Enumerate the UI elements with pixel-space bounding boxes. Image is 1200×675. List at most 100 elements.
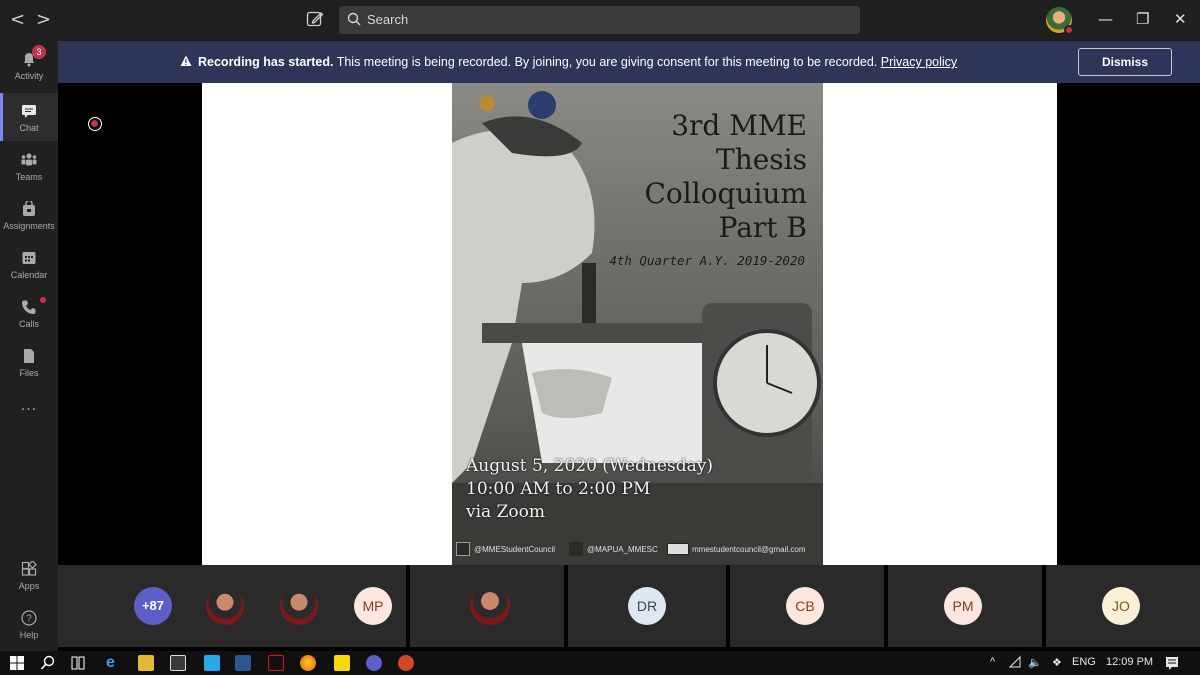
facebook-icon bbox=[456, 542, 470, 556]
compose-icon[interactable] bbox=[306, 10, 324, 28]
rail-item-calls[interactable]: Calls bbox=[0, 289, 58, 337]
participant-avatar[interactable]: JO bbox=[1102, 587, 1140, 625]
rail-item-chat[interactable]: Chat bbox=[0, 93, 58, 141]
warning-icon bbox=[180, 55, 192, 66]
twitter-icon bbox=[569, 542, 583, 556]
activity-badge: 3 bbox=[32, 45, 46, 59]
participant-avatar[interactable]: MP bbox=[354, 587, 392, 625]
firefox-icon[interactable] bbox=[300, 655, 316, 671]
poster-title-line: 3rd MME bbox=[671, 109, 807, 142]
tray-chevron-icon[interactable]: ^ bbox=[990, 656, 995, 668]
participant-tile bbox=[410, 565, 564, 647]
participant-tile: JO bbox=[1046, 565, 1200, 647]
close-icon[interactable]: ✕ bbox=[1174, 10, 1187, 28]
rail-item-files[interactable]: Files bbox=[0, 338, 58, 386]
back-arrow-icon[interactable]: < bbox=[10, 9, 25, 30]
app-rail: 3 Activity Chat Teams Assignments Calend… bbox=[0, 41, 58, 651]
forward-arrow-icon[interactable]: > bbox=[36, 9, 51, 30]
mail-icon bbox=[667, 543, 689, 555]
apps-icon bbox=[21, 561, 37, 576]
netflix-icon[interactable] bbox=[268, 655, 284, 671]
shared-slide: 3rd MME Thesis Colloquium Part B 4th Qua… bbox=[202, 83, 1057, 565]
recording-indicator-icon bbox=[88, 117, 102, 131]
user-avatar[interactable] bbox=[1046, 7, 1074, 35]
twitter-handle: @MAPUA_MMESC bbox=[587, 545, 658, 554]
phone-icon bbox=[22, 300, 36, 314]
edge-icon[interactable]: e bbox=[106, 655, 122, 671]
assignments-icon bbox=[23, 201, 35, 216]
file-explorer-icon[interactable] bbox=[138, 655, 154, 671]
more-participants-button[interactable]: +87 bbox=[134, 587, 172, 625]
teams-taskbar-icon[interactable] bbox=[366, 655, 382, 671]
email-address: mmestudentcouncil@gmail.com bbox=[692, 545, 806, 554]
poster-title: 3rd MME Thesis Colloquium Part B bbox=[644, 109, 807, 245]
teams-icon bbox=[21, 153, 37, 166]
rail-label: Chat bbox=[19, 123, 39, 133]
poster-subtitle: 4th Quarter A.Y. 2019-2020 bbox=[609, 253, 805, 268]
participant-avatar[interactable]: PM bbox=[944, 587, 982, 625]
rail-label: Teams bbox=[15, 172, 43, 182]
participant-tile: +87 MP bbox=[58, 565, 406, 647]
task-view-icon[interactable] bbox=[70, 655, 86, 671]
more-icon: ... bbox=[20, 397, 38, 414]
poster-venue: via Zoom bbox=[466, 502, 545, 522]
facebook-handle: @MMEStudentCouncil bbox=[474, 545, 556, 554]
rail-item-apps[interactable]: Apps bbox=[0, 551, 58, 599]
chat-icon bbox=[22, 105, 36, 118]
rail-label: Calendar bbox=[10, 270, 48, 280]
search-input[interactable]: Search bbox=[339, 6, 860, 34]
rail-label: Calls bbox=[18, 319, 39, 329]
title-bar: < > Search — ❐ ✕ bbox=[0, 0, 1200, 41]
event-poster: 3rd MME Thesis Colloquium Part B 4th Qua… bbox=[452, 83, 823, 565]
search-icon bbox=[347, 12, 361, 26]
participant-avatar[interactable] bbox=[470, 585, 510, 625]
restore-icon[interactable]: ❐ bbox=[1136, 10, 1149, 28]
sticky-notes-icon[interactable] bbox=[334, 655, 350, 671]
calls-notification-dot bbox=[40, 297, 46, 303]
shared-content-stage: 3rd MME Thesis Colloquium Part B 4th Qua… bbox=[58, 83, 1200, 565]
participant-avatar[interactable]: DR bbox=[628, 587, 666, 625]
participant-avatar[interactable]: CB bbox=[786, 587, 824, 625]
wifi-icon[interactable] bbox=[1008, 655, 1024, 671]
svg-text:?: ? bbox=[26, 614, 32, 625]
files-icon bbox=[24, 349, 34, 363]
recording-message: Recording has started. This meeting is b… bbox=[180, 55, 957, 69]
language-indicator[interactable]: ENG bbox=[1072, 656, 1096, 668]
participant-strip: +87 MP DR CB PM JO bbox=[58, 565, 1200, 651]
rail-item-more[interactable]: ... bbox=[0, 387, 58, 435]
calendar-icon bbox=[22, 252, 36, 264]
outlook-icon[interactable] bbox=[204, 655, 220, 671]
action-center-icon[interactable] bbox=[1164, 655, 1180, 671]
windows-start-icon[interactable] bbox=[9, 655, 25, 671]
recording-text: This meeting is being recorded. By joini… bbox=[333, 55, 881, 69]
recording-banner: Recording has started. This meeting is b… bbox=[58, 41, 1200, 83]
participant-avatar[interactable] bbox=[206, 587, 244, 625]
volume-icon[interactable]: 🔈 bbox=[1028, 656, 1042, 669]
rail-label: Files bbox=[19, 368, 39, 378]
rail-item-activity[interactable]: 3 Activity bbox=[0, 41, 58, 89]
rail-item-assignments[interactable]: Assignments bbox=[0, 191, 58, 239]
clock[interactable]: 12:09 PM bbox=[1106, 656, 1153, 668]
rail-item-calendar[interactable]: Calendar bbox=[0, 240, 58, 288]
taskbar-search-icon[interactable] bbox=[40, 655, 56, 671]
store-icon[interactable] bbox=[170, 655, 186, 671]
participant-avatar[interactable] bbox=[280, 587, 318, 625]
dropbox-icon[interactable]: ❖ bbox=[1052, 656, 1062, 669]
minimize-icon[interactable]: — bbox=[1098, 10, 1113, 28]
rail-label: Help bbox=[19, 630, 39, 640]
word-icon[interactable] bbox=[235, 655, 251, 671]
poster-time: 10:00 AM to 2:00 PM bbox=[466, 479, 651, 499]
dismiss-button[interactable]: Dismiss bbox=[1078, 48, 1172, 76]
poster-schedule: August 5, 2020 (Wednesday) 10:00 AM to 2… bbox=[466, 455, 713, 524]
rail-label: Apps bbox=[18, 581, 40, 591]
powerpoint-icon[interactable] bbox=[398, 655, 414, 671]
busy-status-icon bbox=[1064, 25, 1074, 35]
poster-title-line: Colloquium bbox=[644, 177, 807, 210]
help-icon: ? bbox=[21, 610, 37, 626]
rail-label: Assignments bbox=[3, 221, 55, 231]
recording-title: Recording has started. bbox=[198, 55, 334, 69]
rail-item-teams[interactable]: Teams bbox=[0, 142, 58, 190]
rail-item-help[interactable]: ? Help bbox=[0, 600, 58, 648]
privacy-policy-link[interactable]: Privacy policy bbox=[881, 55, 957, 69]
participant-tile: DR bbox=[568, 565, 726, 647]
